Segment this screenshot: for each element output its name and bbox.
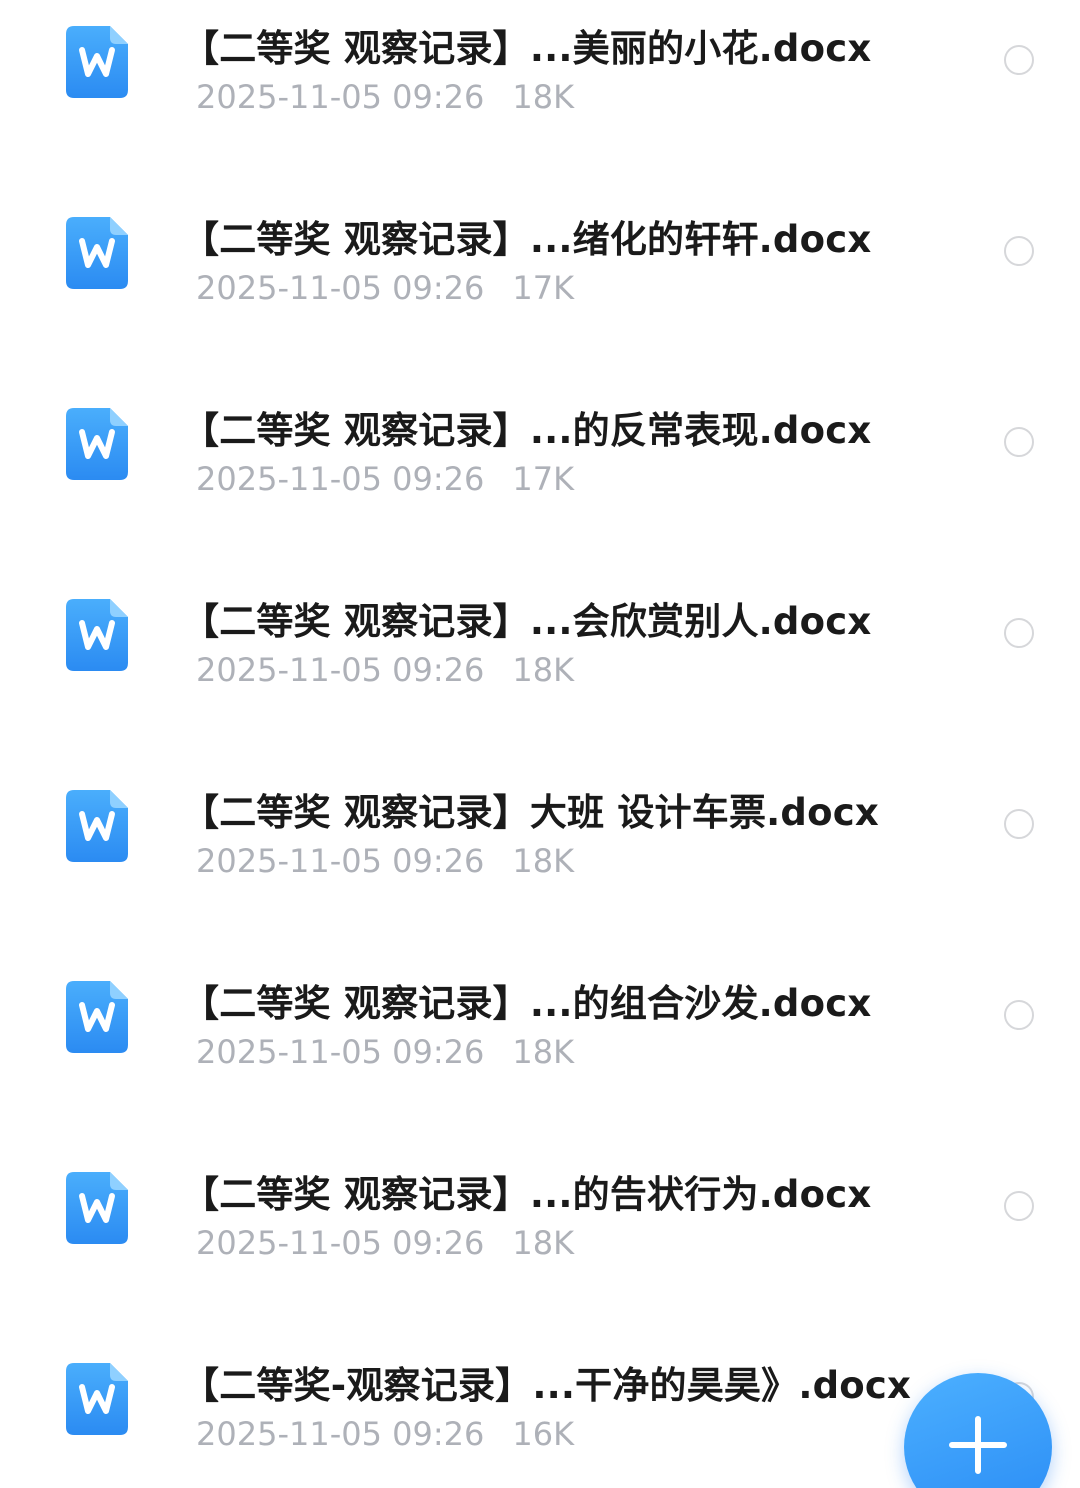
file-row[interactable]: 【二等奖 观察记录】...美丽的小花.docx 2025-11-05 09:26… — [0, 0, 1080, 191]
file-row[interactable]: 【二等奖 观察记录】...的组合沙发.docx 2025-11-05 09:26… — [0, 955, 1080, 1146]
select-radio[interactable] — [1004, 1191, 1034, 1221]
file-row[interactable]: 【二等奖 观察记录】...会欣赏别人.docx 2025-11-05 09:26… — [0, 573, 1080, 764]
file-date: 2025-11-05 09:26 — [196, 842, 485, 880]
file-date: 2025-11-05 09:26 — [196, 1224, 485, 1262]
word-doc-icon — [66, 599, 128, 671]
select-radio[interactable] — [1004, 809, 1034, 839]
word-doc-icon — [66, 408, 128, 480]
file-meta: 2025-11-05 09:26 16K — [196, 1415, 574, 1453]
file-meta: 2025-11-05 09:26 18K — [196, 651, 574, 689]
file-date: 2025-11-05 09:26 — [196, 1033, 485, 1071]
file-name: 【二等奖 观察记录】...美丽的小花.docx — [182, 27, 872, 70]
file-meta: 2025-11-05 09:26 18K — [196, 842, 574, 880]
file-meta: 2025-11-05 09:26 18K — [196, 1033, 574, 1071]
file-name: 【二等奖 观察记录】大班 设计车票.docx — [182, 791, 879, 834]
file-size: 16K — [512, 1415, 575, 1453]
file-date: 2025-11-05 09:26 — [196, 1415, 485, 1453]
word-doc-icon — [66, 217, 128, 289]
select-radio[interactable] — [1004, 427, 1034, 457]
file-meta: 2025-11-05 09:26 17K — [196, 460, 574, 498]
file-size: 17K — [512, 460, 575, 498]
file-date: 2025-11-05 09:26 — [196, 269, 485, 307]
file-name: 【二等奖 观察记录】...会欣赏别人.docx — [182, 600, 872, 643]
file-name: 【二等奖-观察记录】...干净的昊昊》.docx — [182, 1364, 912, 1407]
file-size: 17K — [512, 269, 575, 307]
select-radio[interactable] — [1004, 45, 1034, 75]
word-doc-icon — [66, 981, 128, 1053]
file-name: 【二等奖 观察记录】...的告状行为.docx — [182, 1173, 872, 1216]
file-size: 18K — [512, 1033, 575, 1071]
select-radio[interactable] — [1004, 236, 1034, 266]
file-row[interactable]: 【二等奖 观察记录】...的告状行为.docx 2025-11-05 09:26… — [0, 1146, 1080, 1337]
file-size: 18K — [512, 1224, 575, 1262]
file-size: 18K — [512, 651, 575, 689]
file-date: 2025-11-05 09:26 — [196, 651, 485, 689]
word-doc-icon — [66, 1363, 128, 1435]
file-meta: 2025-11-05 09:26 18K — [196, 1224, 574, 1262]
file-row[interactable]: 【二等奖 观察记录】...绪化的轩轩.docx 2025-11-05 09:26… — [0, 191, 1080, 382]
word-doc-icon — [66, 1172, 128, 1244]
file-name: 【二等奖 观察记录】...的组合沙发.docx — [182, 982, 872, 1025]
file-list: 【二等奖 观察记录】...美丽的小花.docx 2025-11-05 09:26… — [0, 0, 1080, 1488]
file-name: 【二等奖 观察记录】...绪化的轩轩.docx — [182, 218, 872, 261]
word-doc-icon — [66, 790, 128, 862]
word-doc-icon — [66, 26, 128, 98]
file-size: 18K — [512, 842, 575, 880]
select-radio[interactable] — [1004, 1000, 1034, 1030]
file-date: 2025-11-05 09:26 — [196, 460, 485, 498]
file-meta: 2025-11-05 09:26 18K — [196, 78, 574, 116]
file-row[interactable]: 【二等奖 观察记录】大班 设计车票.docx 2025-11-05 09:26 1… — [0, 764, 1080, 955]
file-date: 2025-11-05 09:26 — [196, 78, 485, 116]
file-name: 【二等奖 观察记录】...的反常表现.docx — [182, 409, 872, 452]
file-size: 18K — [512, 78, 575, 116]
file-row[interactable]: 【二等奖 观察记录】...的反常表现.docx 2025-11-05 09:26… — [0, 382, 1080, 573]
file-meta: 2025-11-05 09:26 17K — [196, 269, 574, 307]
plus-icon — [949, 1416, 1007, 1474]
select-radio[interactable] — [1004, 618, 1034, 648]
